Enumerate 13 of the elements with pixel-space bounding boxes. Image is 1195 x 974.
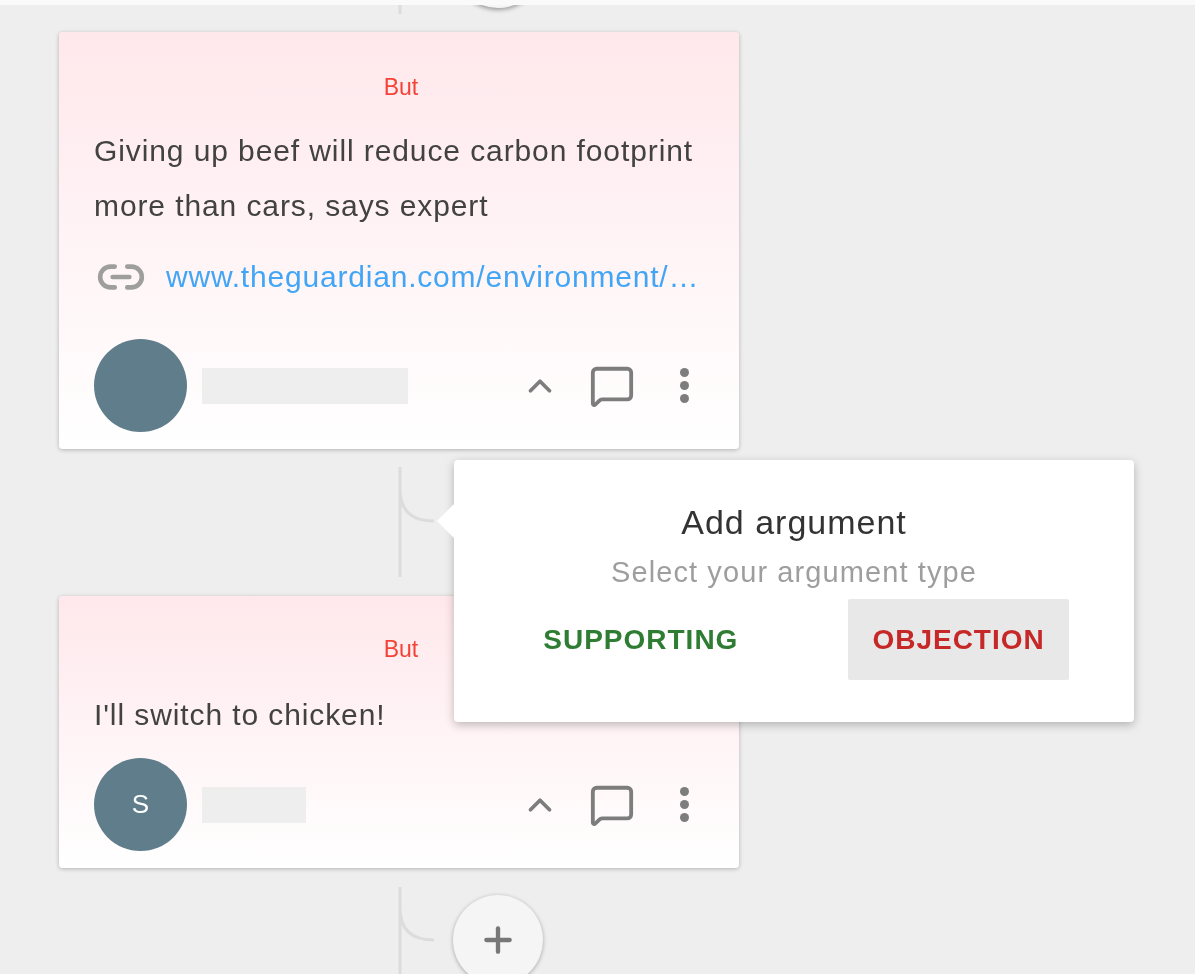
argument-type-button[interactable]: SUPPORTING	[519, 599, 763, 680]
avatar-initial: S	[131, 789, 150, 820]
more-icon	[678, 367, 690, 404]
argument-label: But	[383, 73, 419, 102]
argument-label: But	[383, 635, 419, 664]
argument-text: Giving up beef will reduce carbon footprint more than cars, says expert	[94, 133, 695, 224]
argument-type-button[interactable]: OBJECTION	[848, 599, 1069, 680]
popover-subtitle: Select your argument type	[611, 555, 977, 589]
source-link[interactable]: www.theguardian.com/environment/…	[166, 260, 700, 294]
more-icon	[678, 786, 690, 823]
popover-title: Add argument	[681, 502, 907, 542]
add-button[interactable]	[453, 895, 543, 974]
argument-text: I'll switch to chicken!	[94, 697, 387, 733]
